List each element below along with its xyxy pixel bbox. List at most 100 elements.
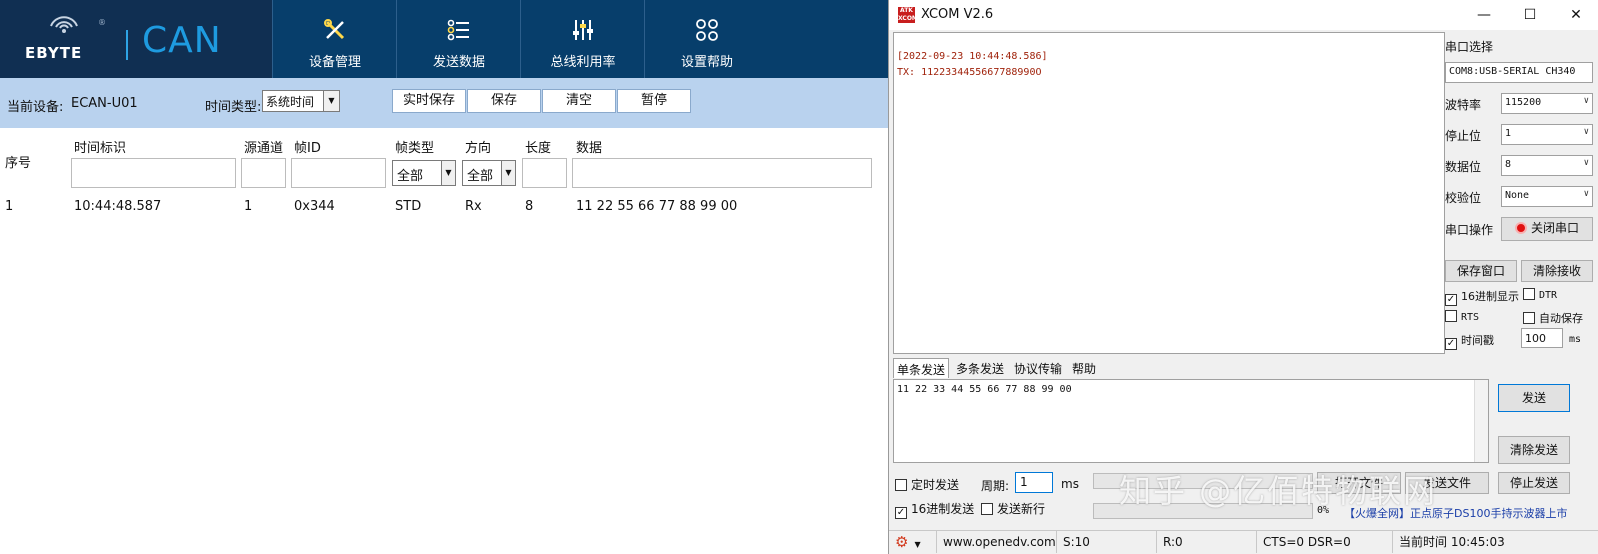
send-newline-checkbox[interactable]: 发送新行: [981, 500, 1045, 517]
stop-bits-label: 停止位: [1445, 129, 1482, 143]
tab-single-send[interactable]: 单条发送: [893, 358, 950, 378]
tab-multi-send[interactable]: 多条发送: [953, 358, 1007, 378]
pause-button[interactable]: 暂停: [617, 89, 691, 113]
column-header-frame-type: 帧类型: [395, 141, 435, 156]
filter-timestamp-input[interactable]: [71, 158, 236, 188]
data-bits-select[interactable]: 8 ∨: [1501, 155, 1593, 176]
send-scrollbar[interactable]: [1474, 380, 1488, 462]
save-button[interactable]: 保存: [467, 89, 541, 113]
port-select-label: 串口选择: [1445, 40, 1494, 54]
ad-link[interactable]: 【火爆全网】正点原子DS100手持示波器上市: [1344, 505, 1567, 521]
period-input[interactable]: 1: [1015, 472, 1053, 493]
save-window-button[interactable]: 保存窗口: [1445, 260, 1517, 282]
baud-rate-label: 波特率: [1445, 98, 1482, 112]
checkbox-icon: [1523, 288, 1535, 300]
filter-frame-id-input[interactable]: [291, 158, 386, 188]
hex-send-checkbox[interactable]: ✓ 16进制发送: [895, 500, 974, 519]
nav-tab-bus-utilization[interactable]: 总线利用率: [520, 0, 644, 78]
filter-length-input[interactable]: [522, 158, 567, 188]
stop-send-button[interactable]: 停止发送: [1498, 472, 1570, 494]
checkbox-checked-icon: ✓: [1445, 338, 1457, 350]
timestamp-interval-input[interactable]: 100: [1521, 328, 1563, 348]
column-header-data: 数据: [576, 141, 603, 156]
rts-checkbox[interactable]: RTS: [1445, 310, 1479, 323]
chevron-down-icon: ∨: [1583, 189, 1589, 199]
current-device-value: ECAN-U01: [71, 96, 138, 111]
brand-divider: [126, 30, 128, 60]
checkbox-checked-icon: ✓: [895, 507, 907, 519]
filter-frame-type-select[interactable]: 全部 ▼: [392, 160, 456, 186]
nav-tab-send-data[interactable]: 发送数据: [396, 0, 520, 78]
dropdown-arrow-icon: ▼: [323, 91, 339, 111]
clear-receive-button[interactable]: 清除接收: [1521, 260, 1593, 282]
close-port-button[interactable]: 关闭串口: [1501, 217, 1593, 241]
parity-select[interactable]: None ∨: [1501, 186, 1593, 207]
rts-label: RTS: [1461, 312, 1480, 323]
port-select[interactable]: COM8:USB-SERIAL CH340: [1445, 62, 1593, 83]
nav-label: 设备管理: [308, 55, 361, 70]
dropdown-arrow-icon: ▼: [501, 161, 515, 185]
website-link[interactable]: www.openedv.com: [937, 531, 1057, 553]
receive-timestamp: [2022-09-23 10:44:48.586]: [897, 51, 1048, 62]
can-app-window: EBYTE ® CAN 设备管理 发送数据 总线利用率 设置帮助 当前设备: E…: [0, 0, 888, 554]
period-value: 1: [1020, 475, 1028, 489]
period-unit-label: ms: [1061, 477, 1079, 491]
realtime-save-button[interactable]: 实时保存: [392, 89, 466, 113]
data-bits-label: 数据位: [1445, 160, 1482, 174]
settings-menu[interactable]: ⚙ ▼: [889, 531, 937, 553]
ebyte-logo-text: EBYTE: [25, 44, 83, 62]
nav-label: 设置帮助: [680, 55, 733, 70]
cell-seq: 1: [5, 199, 14, 214]
clear-button[interactable]: 清空: [542, 89, 616, 113]
nav-label: 总线利用率: [550, 55, 616, 70]
tab-help[interactable]: 帮助: [1069, 358, 1099, 378]
baud-rate-select[interactable]: 115200 ∨: [1501, 93, 1593, 114]
stop-bits-select[interactable]: 1 ∨: [1501, 124, 1593, 145]
list-icon: [447, 19, 469, 41]
auto-save-checkbox[interactable]: 自动保存: [1523, 310, 1583, 326]
app-header: EBYTE ® CAN 设备管理 发送数据 总线利用率 设置帮助: [0, 0, 888, 78]
column-header-timestamp: 时间标识: [74, 141, 127, 156]
receive-tx-data: TX: 1122334455667788990O: [897, 67, 1042, 78]
timestamp-checkbox[interactable]: ✓ 时间戳: [1445, 332, 1494, 350]
chevron-down-icon: ▼: [914, 540, 921, 549]
send-textarea[interactable]: 11 22 33 44 55 66 77 88 99 00: [893, 379, 1489, 463]
hex-display-checkbox[interactable]: ✓ 16进制显示: [1445, 288, 1519, 306]
timed-send-label: 定时发送: [911, 478, 960, 492]
nav-tab-settings-help[interactable]: 设置帮助: [644, 0, 768, 78]
tab-protocol-transfer[interactable]: 协议传输: [1011, 358, 1065, 378]
auto-save-label: 自动保存: [1539, 312, 1583, 325]
close-button[interactable]: ✕: [1553, 0, 1598, 30]
timed-send-checkbox[interactable]: 定时发送: [895, 476, 959, 493]
cell-frame-type: STD: [395, 199, 422, 214]
filter-channel-input[interactable]: [241, 158, 286, 188]
dtr-checkbox[interactable]: DTR: [1523, 288, 1557, 301]
parity-value: None: [1505, 190, 1530, 201]
cell-channel: 1: [244, 199, 253, 214]
cell-length: 8: [525, 199, 534, 214]
brand-logo: EBYTE ® CAN: [0, 0, 272, 78]
time-type-value: 系统时间: [266, 95, 315, 109]
checkbox-icon: [1523, 312, 1535, 324]
receive-textarea[interactable]: [2022-09-23 10:44:48.586] TX: 1122334455…: [893, 32, 1445, 354]
clear-send-button[interactable]: 清除发送: [1498, 436, 1570, 464]
column-header-source-channel: 源通道: [244, 141, 284, 156]
send-file-button[interactable]: 发送文件: [1405, 472, 1489, 494]
filter-direction-select[interactable]: 全部 ▼: [462, 160, 516, 186]
open-file-button[interactable]: 打开文件: [1317, 472, 1401, 494]
tools-icon: [324, 19, 345, 40]
nav-tab-device-management[interactable]: 设备管理: [272, 0, 396, 78]
checkbox-icon: [1445, 310, 1457, 322]
grid-circles-icon: [696, 19, 718, 41]
filter-data-input[interactable]: [572, 158, 872, 188]
cell-direction: Rx: [465, 199, 482, 214]
title-bar[interactable]: ATK XCOM XCOM V2.6 — ☐ ✕: [889, 0, 1598, 30]
minimize-button[interactable]: —: [1461, 0, 1507, 30]
xcom-window: ATK XCOM XCOM V2.6 — ☐ ✕ [2022-09-23 10:4…: [888, 0, 1598, 554]
time-type-select[interactable]: 系统时间 ▼: [262, 90, 340, 112]
time-type-label: 时间类型:: [205, 100, 262, 115]
maximize-button[interactable]: ☐: [1507, 0, 1553, 30]
send-button[interactable]: 发送: [1498, 384, 1570, 412]
send-progress-track: [1093, 473, 1313, 489]
port-status-led-icon: [1514, 222, 1527, 234]
